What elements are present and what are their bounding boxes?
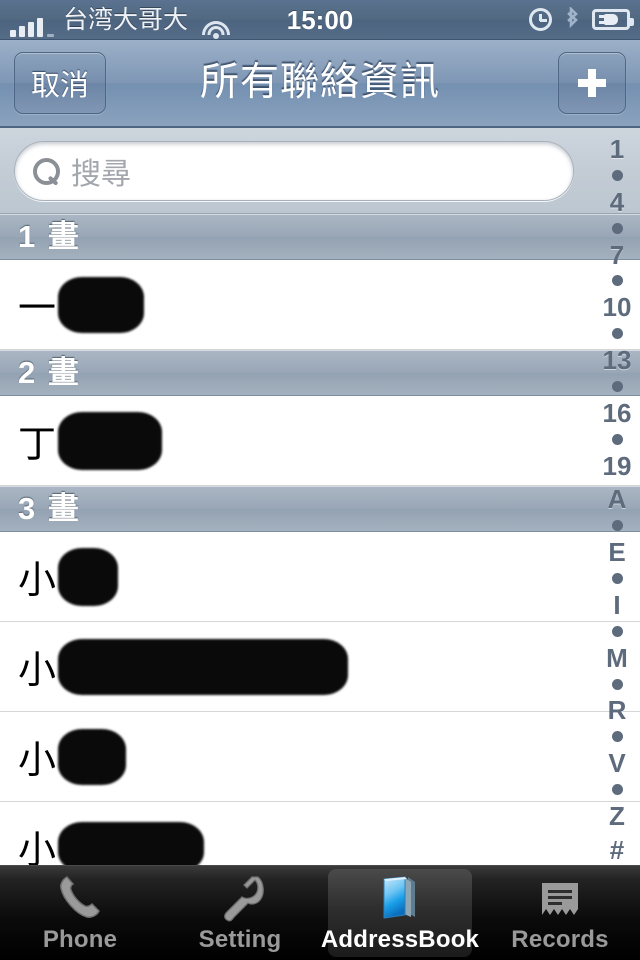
address-book-icon — [374, 873, 426, 923]
contact-list[interactable]: 1 畫一2 畫丁3 畫小小小小 — [0, 214, 640, 865]
alarm-clock-icon — [529, 8, 552, 31]
redacted-name-block — [58, 411, 163, 470]
index-bar-dot[interactable] — [611, 573, 623, 584]
tab-records[interactable]: Records — [480, 866, 640, 960]
add-contact-button[interactable] — [558, 52, 626, 114]
tab-content: Phone — [43, 873, 117, 954]
contact-name: 一 — [18, 276, 145, 333]
index-bar-entry[interactable]: 10 — [603, 294, 632, 320]
contact-name-prefix: 小 — [18, 830, 57, 865]
cancel-button[interactable]: 取消 — [14, 52, 106, 114]
section-header: 1 畫 — [0, 214, 640, 260]
redacted-name-block — [58, 821, 205, 865]
contact-name-prefix: 小 — [18, 740, 57, 782]
tab-label: AddressBook — [320, 925, 480, 953]
contact-name-prefix: 一 — [18, 288, 57, 330]
contact-row[interactable]: 小 — [0, 622, 640, 712]
index-bar-dot[interactable] — [611, 625, 623, 637]
index-bar-entry[interactable]: V — [608, 750, 625, 776]
index-bar-entry[interactable]: R — [608, 697, 627, 723]
index-bar-entry[interactable]: 7 — [610, 242, 624, 268]
records-receipt-icon — [534, 873, 586, 923]
status-bar-right — [529, 6, 634, 33]
battery-charging-icon — [592, 9, 634, 30]
index-bar-entry[interactable]: 1 — [610, 136, 624, 162]
index-bar-dot[interactable] — [611, 328, 623, 340]
index-bar-dot[interactable] — [611, 520, 623, 532]
signal-bars-icon — [10, 17, 54, 40]
index-bar-entry[interactable]: A — [608, 486, 627, 512]
contact-name: 小 — [18, 547, 119, 606]
tab-label: Setting — [198, 925, 282, 953]
search-placeholder: 搜尋 — [71, 157, 131, 191]
tab-content: Records — [511, 873, 609, 954]
redacted-name-block — [58, 638, 349, 695]
contact-name: 丁 — [18, 411, 163, 470]
index-bar-dot[interactable] — [611, 678, 623, 690]
phone-handset-icon — [54, 873, 106, 923]
index-bar-entry[interactable]: M — [606, 645, 628, 671]
redacted-name-block — [58, 728, 127, 785]
status-bar: 台湾大哥大 15:00 — [0, 0, 640, 40]
contact-name-prefix: 小 — [18, 560, 57, 602]
tab-label: Phone — [42, 925, 118, 953]
status-bar-left: 台湾大哥大 — [10, 0, 231, 40]
index-bar-entry[interactable]: E — [608, 539, 625, 565]
contact-name-prefix: 小 — [18, 650, 57, 692]
index-bar-dot[interactable] — [611, 380, 623, 392]
tab-phone[interactable]: Phone — [0, 866, 160, 960]
tab-content: Setting — [199, 873, 282, 954]
tab-label: Records — [511, 925, 609, 953]
contact-name: 小 — [18, 638, 349, 695]
cancel-button-label: 取消 — [30, 70, 89, 102]
index-bar-dot[interactable] — [611, 222, 623, 234]
wrench-icon — [214, 873, 266, 923]
section-index-bar[interactable]: 1 4 7 10 13 16 19 A E I M R V Z # — [594, 130, 640, 865]
plus-icon — [577, 68, 607, 98]
index-bar-dot[interactable] — [611, 433, 623, 445]
redacted-name-block — [58, 276, 145, 333]
tab-addressbook[interactable]: AddressBook — [320, 866, 480, 960]
search-bar: 搜尋 — [0, 128, 640, 214]
index-bar-entry[interactable]: 19 — [603, 453, 632, 479]
contact-name-prefix: 丁 — [18, 424, 57, 466]
contact-row[interactable]: 小 — [0, 712, 640, 802]
wifi-icon — [201, 18, 231, 40]
redacted-name-block — [58, 547, 119, 606]
carrier-label: 台湾大哥大 — [63, 5, 189, 34]
tab-content: AddressBook — [321, 873, 479, 954]
index-bar-dot[interactable] — [611, 275, 623, 287]
contact-row[interactable]: 小 — [0, 532, 640, 622]
tab-bar: Phone Setting AddressBook Records — [0, 865, 640, 960]
contact-row[interactable]: 丁 — [0, 396, 640, 486]
index-bar-dot[interactable] — [611, 784, 623, 795]
index-bar-entry[interactable]: Z — [609, 803, 625, 829]
index-bar-entry[interactable]: 16 — [603, 400, 632, 426]
index-bar-entry[interactable]: # — [610, 837, 624, 863]
contact-row[interactable]: 小 — [0, 802, 640, 865]
index-bar-dot[interactable] — [611, 731, 623, 743]
index-bar-entry[interactable]: I — [613, 592, 620, 618]
contact-name: 小 — [18, 819, 205, 865]
index-bar-dot[interactable] — [611, 169, 623, 181]
tab-setting[interactable]: Setting — [160, 866, 320, 960]
contact-row[interactable]: 一 — [0, 260, 640, 350]
index-bar-entry[interactable]: 4 — [610, 189, 624, 215]
search-input[interactable]: 搜尋 — [14, 140, 574, 201]
section-header: 3 畫 — [0, 486, 640, 532]
section-header: 2 畫 — [0, 350, 640, 396]
bluetooth-icon — [564, 6, 580, 33]
navigation-bar: 取消 所有聯絡資訊 — [0, 40, 640, 128]
index-bar-entry[interactable]: 13 — [603, 347, 632, 373]
search-icon — [33, 157, 60, 185]
charging-plug-glyph — [599, 14, 623, 25]
contact-name: 小 — [18, 728, 127, 785]
app-screen: 台湾大哥大 15:00 取消 所有聯絡資訊 搜尋 1 畫 一 2 畫 丁 3 畫… — [0, 0, 640, 960]
